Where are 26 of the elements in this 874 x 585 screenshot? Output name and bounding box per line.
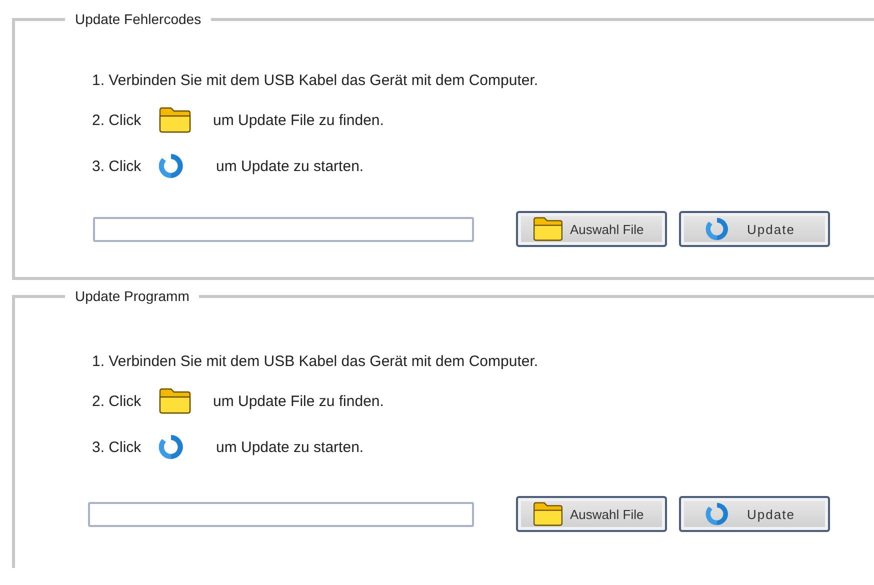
folder-icon: [158, 387, 192, 415]
step-text: um Update zu starten.: [216, 438, 364, 456]
step-text: 1. Verbinden Sie mit dem USB Kabel das Gerät mit dem Computer.: [92, 352, 538, 370]
step-label: 3. Click: [92, 158, 142, 174]
step-text: um Update File zu finden.: [213, 392, 384, 410]
step-label: 2. Click: [92, 112, 142, 128]
step-label: 2. Click: [92, 392, 142, 410]
step-text: 1. Verbinden Sie mit dem USB Kabel das Gerät mit dem Computer.: [92, 72, 538, 88]
refresh-icon: [158, 433, 184, 461]
toolbar-button[interactable]: Update: [679, 211, 830, 247]
toolbar-button[interactable]: Auswahl File: [516, 496, 667, 532]
refresh-icon: [158, 152, 184, 180]
refresh-icon: [705, 216, 729, 242]
step-text: um Update File zu finden.: [213, 112, 384, 128]
file-path-field[interactable]: [88, 502, 474, 526]
refresh-icon: [705, 501, 729, 527]
folder-icon: [532, 501, 564, 527]
folder-icon: [532, 216, 564, 242]
folder-icon: [158, 106, 192, 134]
toolbar-button[interactable]: Auswahl File: [516, 211, 667, 247]
group-title: Update Fehlercodes: [74, 11, 202, 27]
toolbar-button[interactable]: Update: [679, 496, 830, 532]
file-path-field[interactable]: [93, 216, 474, 242]
group-title: Update Programm: [74, 288, 190, 304]
step-label: 3. Click: [92, 438, 142, 456]
step-text: um Update zu starten.: [216, 158, 364, 174]
